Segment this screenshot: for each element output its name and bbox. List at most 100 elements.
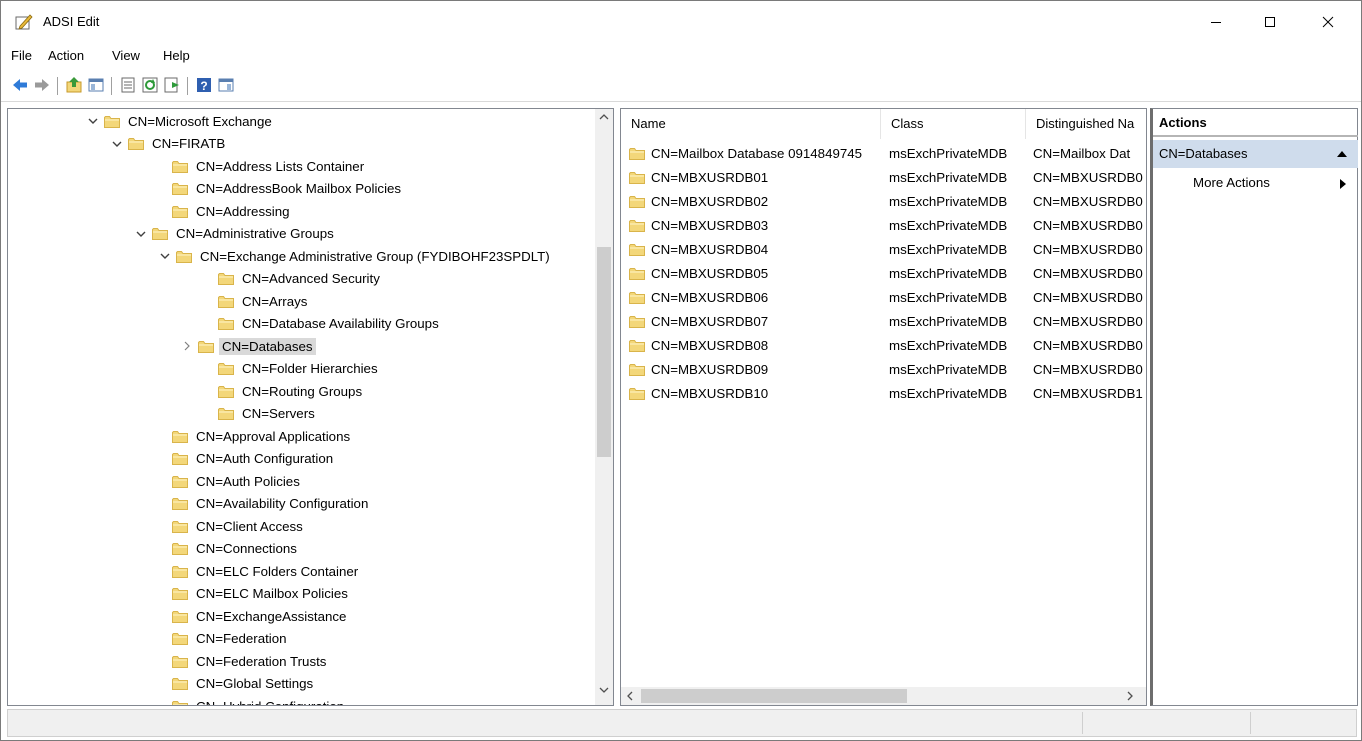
list-item[interactable]: CN=MBXUSRDB06 msExchPrivateMDB CN=MBXUSRDB… xyxy=(621,286,1146,310)
properties-icon[interactable] xyxy=(119,76,137,94)
folder-icon xyxy=(629,292,645,304)
scroll-left-icon[interactable] xyxy=(626,691,634,701)
tree-node-label: CN=Auth Configuration xyxy=(196,451,334,466)
folder-icon xyxy=(172,430,188,443)
list-item[interactable]: CN=MBXUSRDB09 msExchPrivateMDB CN=MBXUSRDB… xyxy=(621,358,1146,382)
tree-node[interactable]: CN=Databases xyxy=(180,335,316,357)
tree-node[interactable]: CN=Availability Configuration xyxy=(172,493,368,515)
column-header-class[interactable]: Class xyxy=(881,109,1026,139)
export-list-icon[interactable] xyxy=(163,76,181,94)
tree-node-label: CN=Hybrid Configuration xyxy=(196,698,345,706)
chevron-right-icon[interactable] xyxy=(182,341,192,351)
list-cell-class: msExchPrivateMDB xyxy=(889,362,1008,377)
folder-icon xyxy=(172,160,188,173)
minimize-button[interactable] xyxy=(1193,1,1239,43)
horizontal-scroll-thumb[interactable] xyxy=(641,689,907,703)
up-folder-icon[interactable] xyxy=(65,76,83,94)
submenu-arrow-icon[interactable] xyxy=(1340,179,1346,189)
list-item[interactable]: CN=MBXUSRDB04 msExchPrivateMDB CN=MBXUSRDB… xyxy=(621,238,1146,262)
show-hide-action-pane-icon[interactable] xyxy=(217,76,235,94)
maximize-button[interactable] xyxy=(1247,1,1293,43)
vertical-scroll-thumb[interactable] xyxy=(597,247,611,457)
list-item[interactable]: CN=MBXUSRDB01 msExchPrivateMDB CN=MBXUSRDB… xyxy=(621,166,1146,190)
scroll-down-icon[interactable] xyxy=(599,686,609,694)
tree-node[interactable]: CN=Arrays xyxy=(218,290,307,312)
tree-node[interactable]: CN=Federation Trusts xyxy=(172,650,326,672)
list-cell-distinguished-name: CN=MBXUSRDB0 xyxy=(1033,242,1143,257)
list-cell-name: CN=MBXUSRDB06 xyxy=(651,290,769,305)
tree-node[interactable]: CN=Connections xyxy=(172,538,297,560)
column-header-name[interactable]: Name xyxy=(621,109,881,139)
list-item[interactable]: CN=MBXUSRDB03 msExchPrivateMDB CN=MBXUSRDB… xyxy=(621,214,1146,238)
help-icon[interactable]: ? xyxy=(195,76,213,94)
list-item[interactable]: CN=MBXUSRDB05 msExchPrivateMDB CN=MBXUSRDB… xyxy=(621,262,1146,286)
tree-node[interactable]: CN=Approval Applications xyxy=(172,425,350,447)
menu-file[interactable]: File xyxy=(11,48,32,63)
menu-help[interactable]: Help xyxy=(163,48,190,63)
list-item[interactable]: CN=MBXUSRDB10 msExchPrivateMDB CN=MBXUSRDB… xyxy=(621,382,1146,406)
tree-node[interactable]: CN=FIRATB xyxy=(110,133,225,155)
back-icon[interactable] xyxy=(11,76,29,94)
forward-icon[interactable] xyxy=(33,76,51,94)
list-item[interactable]: CN=MBXUSRDB08 msExchPrivateMDB CN=MBXUSRDB… xyxy=(621,334,1146,358)
collapse-up-icon[interactable] xyxy=(1337,150,1347,158)
window-title: ADSI Edit xyxy=(43,14,100,29)
tree-node[interactable]: CN=ELC Folders Container xyxy=(172,560,358,582)
list-cell-distinguished-name: CN=MBXUSRDB0 xyxy=(1033,194,1143,209)
column-header-distinguished-name[interactable]: Distinguished Na xyxy=(1026,109,1146,139)
chevron-down-icon[interactable] xyxy=(88,116,98,126)
toolbar: ? xyxy=(1,72,1361,102)
tree-node[interactable]: CN=Federation xyxy=(172,628,287,650)
tree-node[interactable]: CN=Administrative Groups xyxy=(134,223,334,245)
folder-icon xyxy=(172,610,188,623)
tree-node-label: CN=FIRATB xyxy=(152,136,226,151)
tree-node[interactable]: CN=Addressing xyxy=(172,200,290,222)
scroll-up-icon[interactable] xyxy=(599,113,609,121)
menu-view[interactable]: View xyxy=(112,48,140,63)
tree-node-label: CN=Global Settings xyxy=(196,676,314,691)
tree-node[interactable]: CN=ExchangeAssistance xyxy=(172,605,346,627)
list-cell-distinguished-name: CN=MBXUSRDB0 xyxy=(1033,314,1143,329)
tree-node[interactable]: CN=Advanced Security xyxy=(218,268,380,290)
folder-icon xyxy=(629,364,645,376)
tree-node[interactable]: CN=Routing Groups xyxy=(218,380,362,402)
tree-node[interactable]: CN=Auth Configuration xyxy=(172,448,333,470)
tree-node[interactable]: CN=Folder Hierarchies xyxy=(218,358,378,380)
list-cell-class: msExchPrivateMDB xyxy=(889,290,1008,305)
chevron-down-icon[interactable] xyxy=(136,229,146,239)
list-item[interactable]: CN=MBXUSRDB07 msExchPrivateMDB CN=MBXUSRDB… xyxy=(621,310,1146,334)
tree-node[interactable]: CN=Exchange Administrative Group (FYDIBO… xyxy=(158,245,550,267)
refresh-icon[interactable] xyxy=(141,76,159,94)
list-item[interactable]: CN=MBXUSRDB02 msExchPrivateMDB CN=MBXUSRDB… xyxy=(621,190,1146,214)
tree-node[interactable]: CN=Database Availability Groups xyxy=(218,313,439,335)
tree-node[interactable]: CN=ELC Mailbox Policies xyxy=(172,583,348,605)
list-cell-distinguished-name: CN=MBXUSRDB0 xyxy=(1033,338,1143,353)
tree-node[interactable]: CN=AddressBook Mailbox Policies xyxy=(172,178,401,200)
list-item[interactable]: CN=Mailbox Database 0914849745 msExchPriv… xyxy=(621,142,1146,166)
tree-node[interactable]: CN=Client Access xyxy=(172,515,303,537)
list-cell-name: CN=MBXUSRDB08 xyxy=(651,338,769,353)
actions-section-databases[interactable]: CN=Databases xyxy=(1153,140,1358,168)
chevron-down-icon[interactable] xyxy=(112,139,122,149)
horizontal-scrollbar[interactable] xyxy=(621,687,1146,705)
tree-node[interactable]: CN=Auth Policies xyxy=(172,470,300,492)
scroll-right-icon[interactable] xyxy=(1126,691,1134,701)
tree-node[interactable]: CN=Global Settings xyxy=(172,673,313,695)
vertical-scrollbar[interactable] xyxy=(595,109,613,705)
folder-icon xyxy=(176,250,192,263)
more-actions-item[interactable]: More Actions xyxy=(1193,175,1270,190)
show-hide-tree-icon[interactable] xyxy=(87,76,105,94)
tree-node[interactable]: CN=Servers xyxy=(218,403,315,425)
console-tree[interactable]: CN=Microsoft Exchange CN=FIRATB CN=Address… xyxy=(7,108,614,706)
results-list[interactable]: Name Class Distinguished Na CN=Mailbox D… xyxy=(620,108,1147,706)
folder-icon xyxy=(172,677,188,690)
tree-node[interactable]: CN=Microsoft Exchange xyxy=(86,110,272,132)
tree-node[interactable]: CN=Hybrid Configuration xyxy=(172,695,345,706)
folder-icon xyxy=(172,205,188,218)
tree-node-label: CN=Connections xyxy=(196,541,297,556)
chevron-down-icon[interactable] xyxy=(160,251,170,261)
folder-icon xyxy=(218,272,234,285)
tree-node[interactable]: CN=Address Lists Container xyxy=(172,155,364,177)
menu-action[interactable]: Action xyxy=(48,48,84,63)
close-button[interactable] xyxy=(1305,1,1351,43)
